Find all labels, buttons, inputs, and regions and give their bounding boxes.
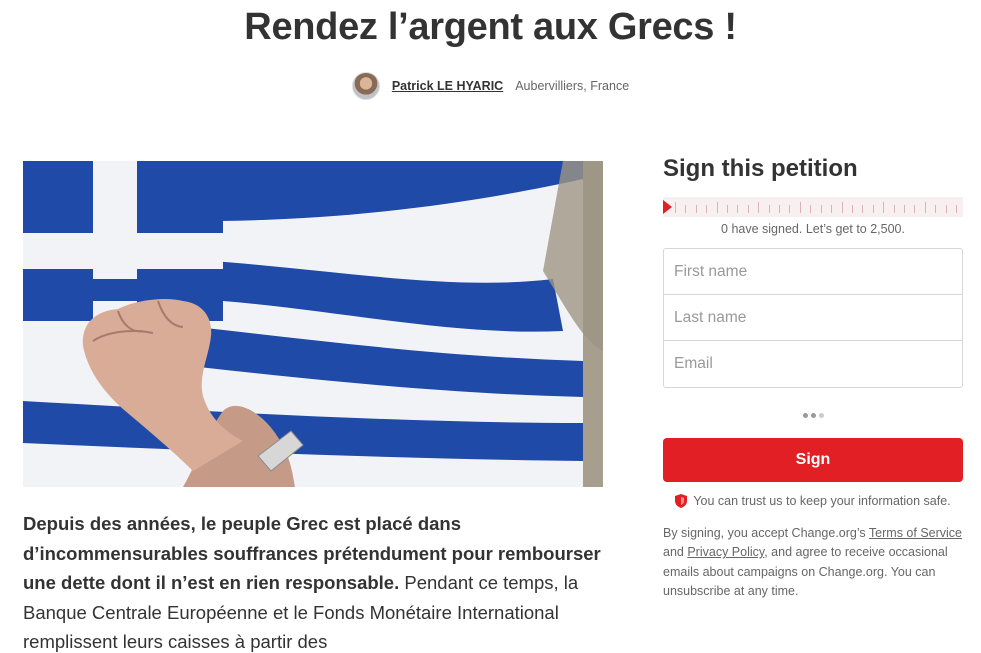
petition-image	[23, 161, 603, 487]
author-location: Aubervilliers, France	[515, 79, 630, 93]
privacy-policy-link[interactable]: Privacy Policy	[687, 545, 764, 559]
author-name-link[interactable]: Patrick LE HYARIC	[392, 79, 503, 93]
signature-progress-bar	[663, 197, 963, 217]
sign-button[interactable]: Sign	[663, 438, 963, 482]
author-row: Patrick LE HYARIC Aubervilliers, France	[0, 72, 981, 100]
petition-title: Rendez l’argent aux Grecs !	[244, 6, 737, 48]
legal-prefix: By signing, you accept Change.org’s	[663, 526, 869, 540]
email-field[interactable]	[664, 341, 962, 387]
petition-description: Depuis des années, le peuple Grec est pl…	[23, 509, 603, 653]
loading-dots-icon	[663, 413, 963, 419]
last-name-field[interactable]	[664, 295, 962, 341]
signature-count-text: 0 have signed. Let’s get to 2,500.	[721, 222, 905, 236]
first-name-field[interactable]	[664, 249, 962, 295]
sign-form	[663, 248, 963, 388]
legal-disclaimer: By signing, you accept Change.org’s Term…	[663, 524, 963, 601]
sign-sidebar: Sign this petition 0 have signed. Let’s …	[663, 155, 963, 601]
trust-text: You can trust us to keep your informatio…	[693, 494, 951, 508]
shield-icon	[675, 494, 688, 508]
progress-marker-icon	[663, 200, 672, 214]
legal-and: and	[663, 545, 688, 560]
terms-of-service-link[interactable]: Terms of Service	[869, 526, 962, 540]
author-avatar[interactable]	[351, 72, 380, 100]
trust-notice: You can trust us to keep your informatio…	[663, 494, 963, 508]
sign-heading: Sign this petition	[663, 155, 858, 182]
